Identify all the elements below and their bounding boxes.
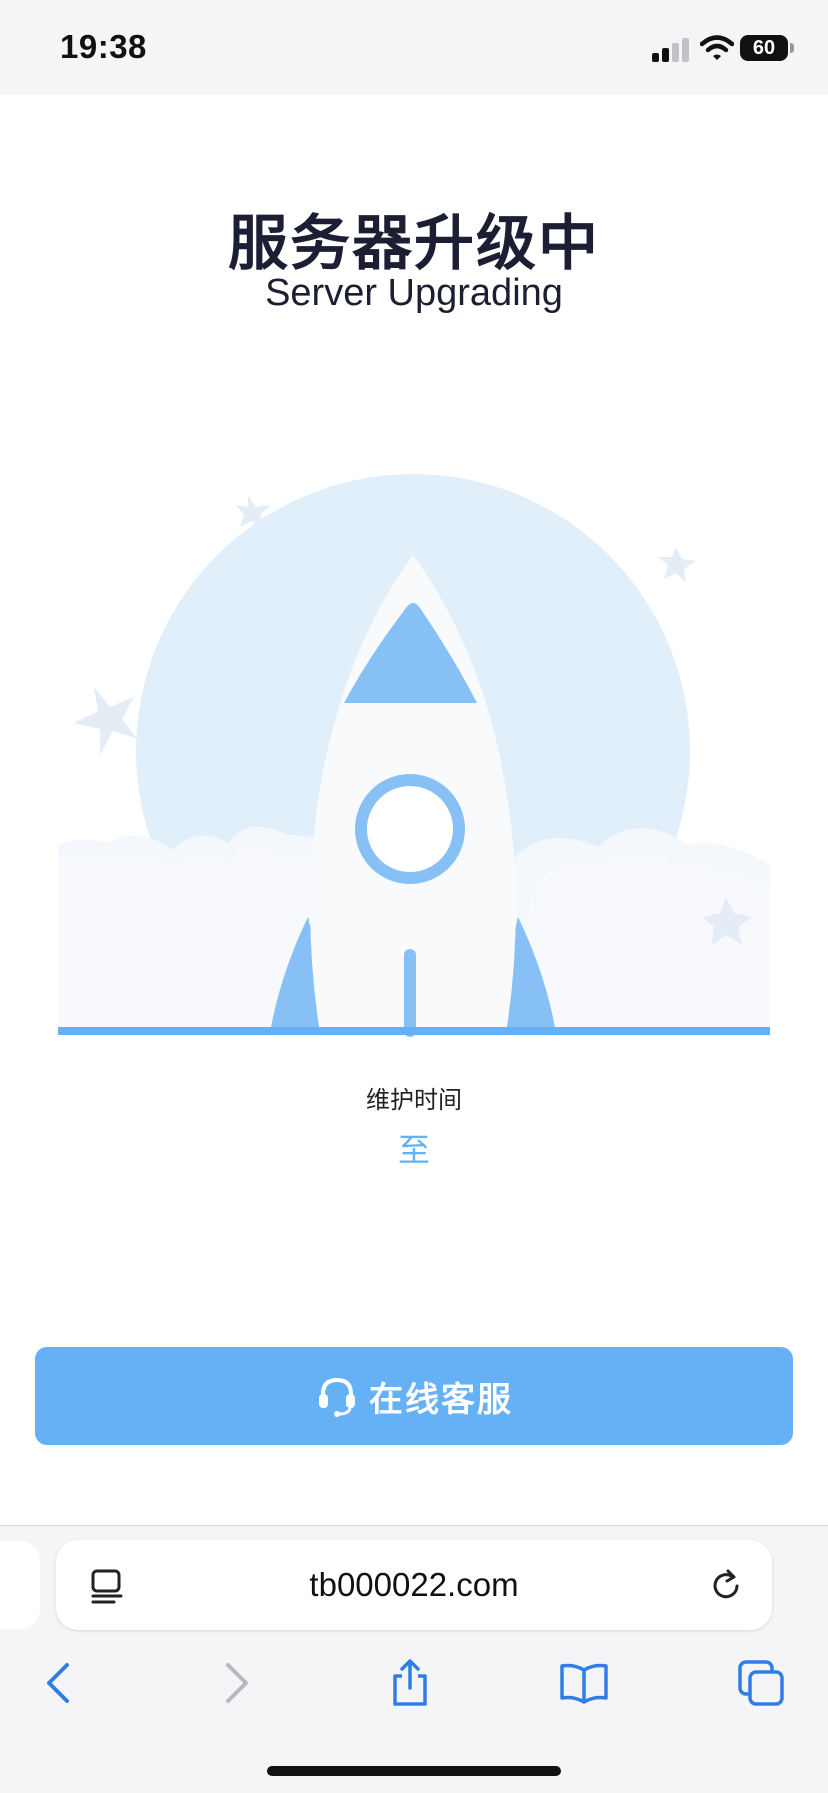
share-button[interactable] <box>383 1656 437 1710</box>
home-indicator <box>267 1766 561 1776</box>
online-support-button[interactable]: 在线客服 <box>35 1347 793 1445</box>
address-bar[interactable]: tb000022.com <box>56 1540 772 1630</box>
ground-line <box>58 1027 770 1035</box>
rocket-window <box>355 774 465 884</box>
book-icon <box>560 1663 608 1704</box>
page-subtitle: Server Upgrading <box>265 272 563 314</box>
cellular-signal-icon <box>652 36 692 62</box>
wifi-icon <box>700 35 734 60</box>
url-text: tb000022.com <box>309 1566 519 1603</box>
back-button[interactable] <box>31 1656 85 1710</box>
bookmarks-button[interactable] <box>557 1656 611 1710</box>
tabs-icon <box>738 1660 784 1706</box>
browser-toolbar: tb000022.com <box>0 1525 828 1793</box>
tabs-button[interactable] <box>734 1656 788 1710</box>
status-bar: 19:38 60 <box>0 0 828 95</box>
battery-icon: 60 <box>740 35 788 61</box>
star-shape <box>658 547 696 583</box>
online-support-label: 在线客服 <box>369 1380 513 1419</box>
forward-button[interactable] <box>210 1656 264 1710</box>
previous-tab-preview[interactable] <box>0 1541 40 1629</box>
rocket-illustration <box>58 474 770 1037</box>
star-shape <box>74 687 138 755</box>
headset-icon <box>319 1377 355 1417</box>
maintenance-page: 服务器升级中 Server Upgrading 维护时间 至 在线客服 <box>0 95 828 1525</box>
page-title: 服务器升级中 <box>228 210 600 277</box>
maintenance-time-label: 维护时间 <box>366 1087 462 1114</box>
cloud-right-front <box>528 850 770 1033</box>
chevron-right-icon <box>226 1663 248 1703</box>
reload-icon[interactable] <box>708 1568 744 1604</box>
maintenance-time-value: 至 <box>397 1132 430 1168</box>
status-time: 19:38 <box>60 28 147 65</box>
chevron-left-icon <box>47 1663 69 1703</box>
battery-tip <box>790 43 794 53</box>
share-icon <box>393 1659 427 1706</box>
cloud-left-back <box>58 847 313 1033</box>
